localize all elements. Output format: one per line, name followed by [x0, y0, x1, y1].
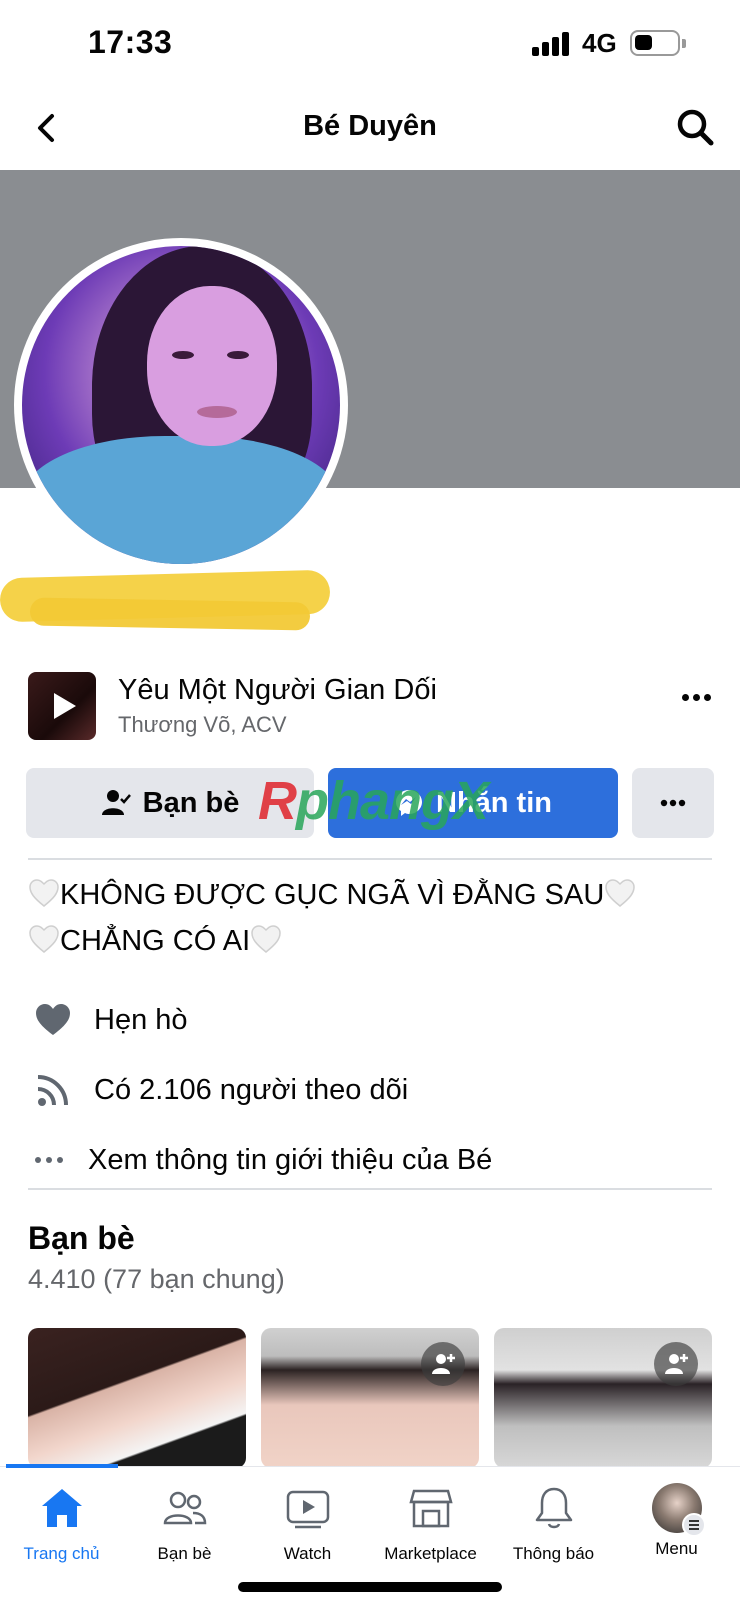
marketplace-icon — [408, 1489, 453, 1528]
friend-card[interactable] — [494, 1328, 712, 1468]
play-icon[interactable] — [54, 693, 76, 719]
tab-menu[interactable]: Menu — [615, 1483, 738, 1573]
see-about-link: Xem thông tin giới thiệu của Bé — [88, 1143, 493, 1176]
followers-count: Có 2.106 người theo dõi — [94, 1073, 409, 1106]
music-title: Yêu Một Người Gian Dối — [118, 674, 437, 706]
profile-music[interactable]: Yêu Một Người Gian Dối Thương Võ, ACV — [28, 672, 712, 742]
relationship-status: Hẹn hò — [94, 1003, 188, 1036]
page-title: Bé Duyên — [303, 110, 437, 142]
active-tab-indicator — [6, 1464, 118, 1468]
signal-icon — [532, 30, 572, 56]
watermark: RphangX — [258, 771, 489, 831]
home-icon — [41, 1489, 82, 1527]
tab-label: Thông báo — [512, 1544, 595, 1563]
menu-icon — [681, 1513, 706, 1537]
tab-label: Menu — [655, 1539, 698, 1558]
battery-icon — [630, 30, 686, 56]
music-artist: Thương Võ, ACV — [118, 712, 287, 737]
bio-line-2: CHẲNG CÓ AI — [60, 925, 251, 957]
tab-home[interactable]: Trang chủ — [0, 1483, 123, 1573]
friends-icon — [163, 1491, 206, 1525]
white-heart-icon — [251, 925, 281, 953]
friends-section-title: Bạn bè — [28, 1220, 135, 1256]
tab-label: Trang chủ — [23, 1544, 100, 1563]
home-indicator — [238, 1582, 502, 1592]
search-icon[interactable] — [674, 106, 716, 148]
watch-icon — [286, 1490, 329, 1529]
white-heart-icon — [29, 925, 59, 953]
network-type: 4G — [582, 28, 617, 58]
relationship-row: Hẹn hò — [34, 1000, 188, 1040]
white-heart-icon — [605, 879, 636, 907]
friends-count: 4.410 (77 bạn chung) — [28, 1264, 285, 1294]
bio-line-1: KHÔNG ĐƯỢC GỤC NGÃ VÌ ĐẰNG SAU — [60, 879, 605, 911]
redacted-profile-name — [0, 566, 340, 642]
status-bar: 17:33 4G — [0, 0, 740, 88]
more-icon — [660, 799, 686, 807]
friends-button-label: Bạn bè — [142, 786, 240, 819]
friend-card[interactable] — [28, 1328, 246, 1468]
tab-label: Watch — [283, 1544, 332, 1563]
friend-check-icon — [101, 790, 131, 815]
divider — [28, 858, 712, 860]
more-options-icon[interactable] — [682, 694, 712, 704]
profile-bio: KHÔNG ĐƯỢC GỤC NGÃ VÌ ĐẰNG SAU CHẲNG CÓ … — [28, 872, 718, 964]
add-friend-icon[interactable] — [654, 1342, 698, 1386]
more-actions-button[interactable] — [632, 768, 714, 838]
menu-avatar — [651, 1483, 706, 1537]
profile-avatar[interactable] — [22, 246, 340, 564]
heart-icon — [36, 1004, 70, 1035]
bottom-tab-bar: Trang chủ Bạn bè Watch Marketplace Thông… — [0, 1464, 740, 1600]
music-cover[interactable] — [28, 672, 96, 740]
bell-icon — [535, 1487, 572, 1529]
nav-header: Bé Duyên — [0, 88, 740, 170]
see-about-row[interactable]: Xem thông tin giới thiệu của Bé — [34, 1140, 492, 1180]
followers-row[interactable]: Có 2.106 người theo dõi — [34, 1070, 408, 1110]
tab-label: Bạn bè — [157, 1544, 212, 1563]
tab-marketplace[interactable]: Marketplace — [369, 1483, 492, 1573]
tab-label: Marketplace — [384, 1544, 477, 1563]
divider — [28, 1188, 712, 1190]
more-dots-icon — [35, 1157, 63, 1163]
tab-watch[interactable]: Watch — [246, 1483, 369, 1573]
status-time: 17:33 — [88, 24, 173, 60]
add-friend-icon[interactable] — [421, 1342, 465, 1386]
white-heart-icon — [29, 879, 59, 907]
tab-notifications[interactable]: Thông báo — [492, 1483, 615, 1573]
tab-friends[interactable]: Bạn bè — [123, 1483, 246, 1573]
friend-card[interactable] — [261, 1328, 479, 1468]
rss-icon — [37, 1075, 68, 1106]
